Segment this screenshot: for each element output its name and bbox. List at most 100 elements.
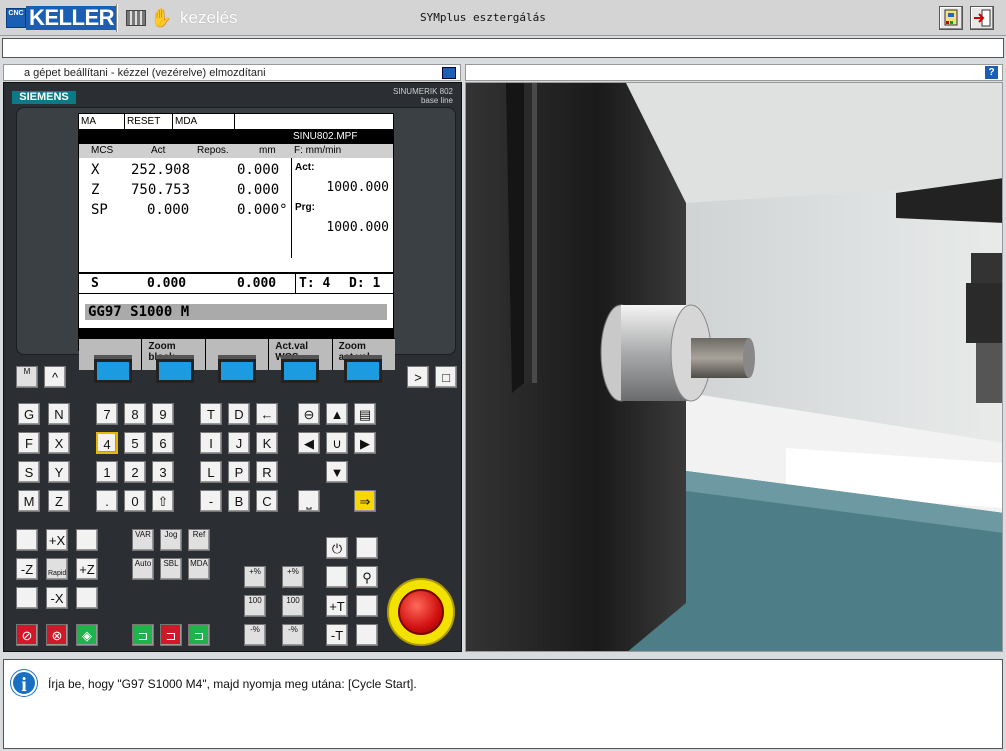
jog-blank-key-3[interactable] <box>16 587 38 609</box>
jog-minus-z-key[interactable]: -Z <box>16 558 38 580</box>
key-l[interactable]: L <box>200 461 222 483</box>
jog-minus-x-key[interactable]: -X <box>46 587 68 609</box>
cursor-left-key[interactable]: ◀ <box>298 432 320 454</box>
hand-icon[interactable]: ✋ <box>150 7 172 29</box>
key-minus[interactable]: - <box>200 490 222 512</box>
emergency-stop-button[interactable] <box>387 578 455 646</box>
cycle-stop-key[interactable]: ⊗ <box>46 624 68 646</box>
single-block-key[interactable]: SBL <box>160 558 182 580</box>
jog-blank-key-2[interactable] <box>76 529 98 551</box>
softkey-4[interactable] <box>281 359 319 383</box>
key-shift[interactable]: ⇧ <box>152 490 174 512</box>
rapid-key[interactable]: Rapid <box>46 558 68 580</box>
jog-mode-key[interactable]: Jog <box>160 529 182 551</box>
tool-minus-key[interactable]: -T <box>326 624 348 646</box>
blank-key-r3[interactable] <box>356 595 378 617</box>
cycle-start-key[interactable]: ◈ <box>76 624 98 646</box>
key-j[interactable]: J <box>228 432 250 454</box>
reset-key[interactable]: ⊘ <box>16 624 38 646</box>
auto-key[interactable]: Auto <box>132 558 154 580</box>
key-8[interactable]: 8 <box>124 403 146 425</box>
key-5[interactable]: 5 <box>124 432 146 454</box>
page-up-key[interactable]: ▲ <box>326 403 348 425</box>
power-key[interactable]: ⏻ <box>326 537 348 559</box>
feed-override-plus-key[interactable]: +% <box>282 566 304 588</box>
key-4[interactable]: 4 <box>96 432 118 454</box>
key-f[interactable]: F <box>18 432 40 454</box>
page-down-key[interactable]: ▼ <box>326 461 348 483</box>
exit-button[interactable] <box>970 6 994 30</box>
key-m[interactable]: M <box>18 490 40 512</box>
keyboard-icon[interactable] <box>126 10 146 26</box>
key-6[interactable]: 6 <box>152 432 174 454</box>
key-b[interactable]: B <box>228 490 250 512</box>
jog-blank-key-4[interactable] <box>76 587 98 609</box>
spindle-name: S <box>91 276 99 291</box>
jog-plus-z-key[interactable]: +Z <box>76 558 98 580</box>
recall-key[interactable]: ^ <box>44 366 66 388</box>
spindle-override-100-key[interactable]: 100 <box>244 595 266 617</box>
cursor-right-key[interactable]: ▶ <box>354 432 376 454</box>
spindle-right-key[interactable]: ⊐ <box>188 624 210 646</box>
spindle-stop-key[interactable]: ⊐ <box>160 624 182 646</box>
help-icon[interactable]: ? <box>985 66 998 79</box>
next-key[interactable]: > <box>407 366 429 388</box>
spindle-override-minus-key[interactable]: -% <box>244 624 266 646</box>
command-input-bar[interactable] <box>2 38 1004 58</box>
input-key[interactable]: ⇒ <box>354 490 376 512</box>
select-key[interactable]: ∪ <box>326 432 348 454</box>
insert-key[interactable]: ⎵ <box>298 490 320 512</box>
ref-point-key[interactable]: Ref <box>188 529 210 551</box>
axis-name: SP <box>91 202 108 218</box>
key-1[interactable]: 1 <box>96 461 118 483</box>
key-7[interactable]: 7 <box>96 403 118 425</box>
tool-plus-key[interactable]: +T <box>326 595 348 617</box>
machine-key[interactable]: M <box>16 366 38 388</box>
blank-key-r1[interactable] <box>356 537 378 559</box>
area-switch-key[interactable]: □ <box>435 366 457 388</box>
key-g[interactable]: G <box>18 403 40 425</box>
key-c[interactable]: C <box>256 490 278 512</box>
help-book-button[interactable] <box>939 6 963 30</box>
key-0[interactable]: 0 <box>124 490 146 512</box>
feed-override-100-key[interactable]: 100 <box>282 595 304 617</box>
coolant-key[interactable]: ⚲ <box>356 566 378 588</box>
blank-key-r4[interactable] <box>356 624 378 646</box>
key-9[interactable]: 9 <box>152 403 174 425</box>
key-3[interactable]: 3 <box>152 461 174 483</box>
softkey-1[interactable] <box>94 359 132 383</box>
feed-override-minus-key[interactable]: -% <box>282 624 304 646</box>
key-p[interactable]: P <box>228 461 250 483</box>
jog-plus-x-key[interactable]: +X <box>46 529 68 551</box>
key-d[interactable]: D <box>228 403 250 425</box>
var-key[interactable]: VAR <box>132 529 154 551</box>
key-z[interactable]: Z <box>48 490 70 512</box>
machine-3d-view[interactable] <box>465 82 1003 652</box>
key-x[interactable]: X <box>48 432 70 454</box>
exit-door-icon <box>974 9 991 27</box>
spindle-left-key[interactable]: ⊐ <box>132 624 154 646</box>
key-y[interactable]: Y <box>48 461 70 483</box>
status-reset: RESET <box>125 114 173 130</box>
key-n[interactable]: N <box>48 403 70 425</box>
jog-blank-key[interactable] <box>16 529 38 551</box>
key-r[interactable]: R <box>256 461 278 483</box>
key-t[interactable]: T <box>200 403 222 425</box>
mda-input-field[interactable]: GG97 S1000 M <box>85 304 387 320</box>
key-k[interactable]: K <box>256 432 278 454</box>
softkey-5[interactable] <box>344 359 382 383</box>
spindle-override-plus-key[interactable]: +% <box>244 566 266 588</box>
key-delete[interactable]: ⊖ <box>298 403 320 425</box>
key-i[interactable]: I <box>200 432 222 454</box>
softkey-2[interactable] <box>156 359 194 383</box>
key-backspace[interactable]: ← <box>256 403 278 425</box>
softkey-3[interactable] <box>218 359 256 383</box>
axis-act: 750.753 <box>131 182 191 198</box>
key-s[interactable]: S <box>18 461 40 483</box>
key-dot[interactable]: . <box>96 490 118 512</box>
key-2[interactable]: 2 <box>124 461 146 483</box>
mda-key[interactable]: MDA <box>188 558 210 580</box>
blank-key-r2[interactable] <box>326 566 348 588</box>
list-icon[interactable] <box>442 67 456 79</box>
window-key[interactable]: ▤ <box>354 403 376 425</box>
